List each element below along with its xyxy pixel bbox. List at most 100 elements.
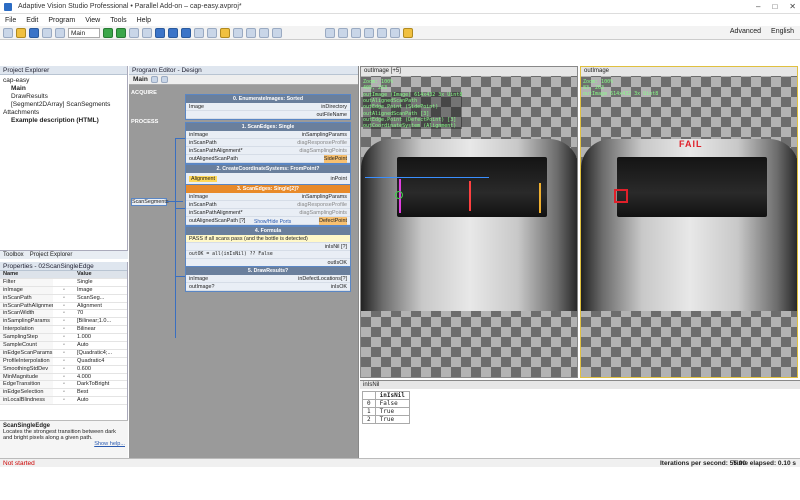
iterate-icon[interactable]: [116, 27, 127, 38]
property-value[interactable]: DarkToBright: [75, 381, 127, 388]
property-row[interactable]: ProfileInterpolation ◦ Quadratic4: [0, 357, 127, 366]
tree-item-project[interactable]: cap-easy: [3, 77, 124, 85]
property-row[interactable]: inScanPath ◦ ScanSeg...: [0, 294, 127, 303]
node-enumerate-images[interactable]: 0. EnumerateImages: Sorted Image inDirect…: [185, 94, 351, 120]
measure-icon[interactable]: [390, 27, 401, 38]
image-view-1[interactable]: outImage [+5] Zoom: 100% 405, 263 outIma…: [360, 66, 578, 378]
redo-icon[interactable]: [55, 27, 65, 38]
external-input-scansegments[interactable]: ScanSegments: [131, 198, 169, 206]
property-row[interactable]: inEdgeScanParams ◦ [Quadratic4;...: [0, 349, 127, 358]
property-value[interactable]: Auto: [75, 397, 127, 404]
layout-icon[interactable]: [233, 27, 244, 38]
run-icon[interactable]: [103, 27, 114, 38]
menu-edit[interactable]: Edit: [21, 17, 43, 24]
link-icon[interactable]: ◦: [53, 310, 75, 317]
link-icon[interactable]: ◦: [53, 397, 75, 404]
property-row[interactable]: inSamplingParams ◦ [Bilinear;1.0...: [0, 318, 127, 327]
language-select[interactable]: English: [771, 28, 794, 35]
breakpoint-icon[interactable]: [194, 27, 205, 38]
property-value[interactable]: ScanSeg...: [75, 295, 127, 302]
program-select[interactable]: Main: [68, 27, 101, 38]
show-help-link[interactable]: Show help...: [3, 441, 125, 447]
undo-icon[interactable]: [42, 27, 52, 38]
property-value[interactable]: Bilinear: [75, 326, 127, 333]
open-icon[interactable]: [16, 27, 26, 38]
property-row[interactable]: SampleCount ◦ Auto: [0, 342, 127, 350]
property-value[interactable]: [Bilinear;1.0...: [75, 318, 127, 325]
stop-icon[interactable]: [142, 27, 153, 38]
tree-item-attachments[interactable]: Attachments: [3, 109, 124, 117]
step-out-icon[interactable]: [181, 27, 192, 38]
property-value[interactable]: Auto: [75, 342, 127, 349]
property-row[interactable]: EdgeTransition ◦ DarkToBright: [0, 381, 127, 390]
tab-toolbox[interactable]: Toolbox: [3, 251, 24, 259]
link-icon[interactable]: ◦: [53, 295, 75, 302]
node-draw-results[interactable]: 5. DrawResults? inImage inDefectLocations…: [185, 266, 351, 292]
link-icon[interactable]: ◦: [53, 374, 75, 381]
property-value[interactable]: 1.000: [75, 334, 127, 341]
pause-icon[interactable]: [129, 27, 140, 38]
property-value[interactable]: Image: [75, 287, 127, 294]
advanced-toggle[interactable]: Advanced: [730, 28, 761, 35]
show-hide-ports-link[interactable]: Show/Hide Ports: [254, 219, 291, 225]
pan-icon[interactable]: [351, 27, 362, 38]
node-scan-edges-2[interactable]: 3. ScanEdges: Single[2]? inImage inSampli…: [185, 184, 351, 226]
property-value[interactable]: 4.000: [75, 374, 127, 381]
filter-icon[interactable]: [207, 27, 218, 38]
tab-project-explorer[interactable]: Project Explorer: [30, 251, 73, 259]
link-icon[interactable]: ◦: [53, 334, 75, 341]
link-icon[interactable]: ◦: [53, 318, 75, 325]
close-button[interactable]: ✕: [789, 2, 796, 11]
property-row[interactable]: inScanWidth ◦ 70: [0, 310, 127, 319]
new-icon[interactable]: [3, 27, 13, 38]
property-row[interactable]: inImage ◦ Image: [0, 286, 127, 295]
node-create-coordinate-system[interactable]: 2. CreateCoordinateSystems: FromPoint? A…: [185, 164, 351, 186]
menu-program[interactable]: Program: [43, 17, 80, 24]
menu-file[interactable]: File: [0, 17, 21, 24]
maximize-button[interactable]: □: [772, 2, 777, 11]
property-value[interactable]: Best: [75, 389, 127, 396]
property-value[interactable]: 70: [75, 310, 127, 317]
link-icon[interactable]: ◦: [53, 287, 75, 294]
fit-icon[interactable]: [364, 27, 375, 38]
link-icon[interactable]: ◦: [53, 326, 75, 333]
property-row[interactable]: SamplingStep ◦ 1.000: [0, 334, 127, 343]
zoom-in-icon[interactable]: [150, 76, 158, 83]
layout2-icon[interactable]: [246, 27, 257, 38]
menu-tools[interactable]: Tools: [105, 17, 131, 24]
step-into-icon[interactable]: [168, 27, 179, 38]
link-icon[interactable]: ◦: [53, 303, 75, 310]
link-icon[interactable]: ◦: [53, 342, 75, 349]
step-over-icon[interactable]: [155, 27, 166, 38]
menu-view[interactable]: View: [80, 17, 105, 24]
property-row[interactable]: inLocalBlindness ◦ Auto: [0, 397, 127, 406]
image-view-2[interactable]: outImage Zoom: 100% 83, 263 outImage 614…: [580, 66, 798, 378]
property-row[interactable]: MinMagnitude ◦ 4.000: [0, 373, 127, 382]
pointer-icon[interactable]: [325, 27, 336, 38]
node-formula[interactable]: 4. Formula PASS if all scans pass (and t…: [185, 226, 351, 268]
settings-icon[interactable]: [403, 27, 414, 38]
menu-help[interactable]: Help: [132, 17, 156, 24]
filter-input[interactable]: Single: [75, 279, 127, 286]
layout4-icon[interactable]: [272, 27, 283, 38]
property-value[interactable]: 0.600: [75, 366, 127, 373]
property-row[interactable]: inEdgeSelection ◦ Best: [0, 389, 127, 398]
draw-icon[interactable]: [377, 27, 388, 38]
zoom-out-icon[interactable]: [160, 76, 168, 83]
property-row[interactable]: SmoothingStdDev ◦ 0.600: [0, 365, 127, 374]
link-icon[interactable]: ◦: [53, 358, 75, 365]
save-icon[interactable]: [29, 27, 39, 38]
layout3-icon[interactable]: [259, 27, 270, 38]
node-scan-edges-1[interactable]: 1. ScanEdges: Single inImage inSamplingPa…: [185, 122, 351, 164]
tree-item-drawresults[interactable]: DrawResults: [3, 93, 124, 101]
property-row[interactable]: Interpolation ◦ Bilinear: [0, 326, 127, 335]
minimize-button[interactable]: –: [756, 2, 760, 11]
property-value[interactable]: Alignment: [75, 303, 127, 310]
link-icon[interactable]: ◦: [53, 350, 75, 357]
tree-item-main[interactable]: Main: [3, 85, 124, 93]
tree-item-description[interactable]: Example description (HTML): [3, 117, 124, 125]
tree-item-scansegments[interactable]: [Segment2DArray] ScanSegments: [3, 101, 124, 109]
zoom-icon[interactable]: [338, 27, 349, 38]
link-icon[interactable]: ◦: [53, 366, 75, 373]
main-tab[interactable]: Main: [133, 76, 148, 83]
